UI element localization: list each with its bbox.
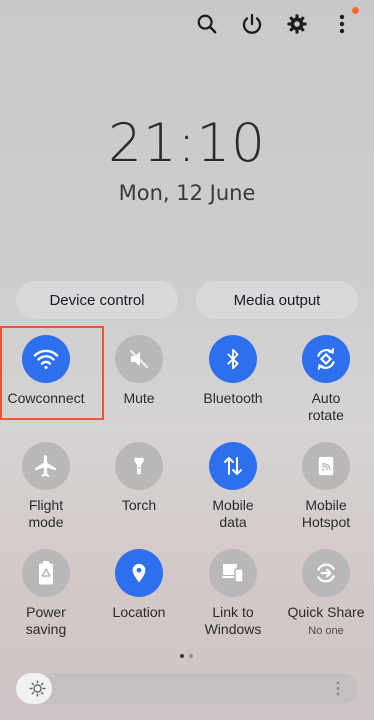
tile-location[interactable]: Location [93,549,185,659]
tile-label: Torch [121,497,157,513]
power-icon[interactable] [238,10,266,38]
brightness-slider[interactable] [16,673,358,704]
mobile-data-icon [209,442,257,490]
page-indicator-active [180,654,184,658]
tile-label: Quick Share [287,604,365,620]
brightness-more-icon[interactable] [335,680,341,702]
tile-label: Mute [123,390,155,406]
link-to-windows-icon [209,549,257,597]
quick-share-sublabel: No one [308,625,344,637]
mute-icon [115,335,163,383]
battery-saver-icon [22,549,70,597]
tile-label: Power saving [25,604,67,637]
tile-mute[interactable]: Mute [93,335,185,445]
search-icon[interactable] [193,10,221,38]
clock-time: 21:10 [108,113,266,174]
tile-power-saving[interactable]: Power saving [0,549,92,659]
tile-flight-mode[interactable]: Flight mode [0,442,92,552]
tile-label: Flight mode [28,497,64,530]
tile-label: Auto rotate [308,390,344,423]
auto-rotate-icon [302,335,350,383]
tile-label: Mobile data [212,497,254,530]
airplane-icon [22,442,70,490]
tile-torch[interactable]: Torch [93,442,185,552]
device-control-button[interactable]: Device control [16,281,178,319]
tile-label: Link to Windows [204,604,262,637]
hotspot-icon [302,442,350,490]
torch-icon [115,442,163,490]
tile-label: Bluetooth [203,390,263,406]
tile-link-to-windows[interactable]: Link to Windows [187,549,279,659]
tile-label: Mobile Hotspot [301,497,351,530]
quick-share-icon [302,549,350,597]
tile-label: Location [112,604,166,620]
tile-auto-rotate[interactable]: Auto rotate [280,335,372,445]
bluetooth-icon [209,335,257,383]
location-pin-icon [115,549,163,597]
sun-icon [29,680,46,702]
more-vert-icon[interactable] [328,10,356,38]
wifi-tile-highlight [0,326,104,420]
tile-quick-share[interactable]: Quick Share No one [280,549,372,659]
page-indicator [189,654,193,658]
tile-bluetooth[interactable]: Bluetooth [187,335,279,445]
clock-date: Mon, 12 June [118,181,256,205]
notification-dot [352,7,359,14]
gear-icon[interactable] [283,10,311,38]
media-output-button[interactable]: Media output [196,281,358,319]
tile-mobile-hotspot[interactable]: Mobile Hotspot [280,442,372,552]
tile-mobile-data[interactable]: Mobile data [187,442,279,552]
